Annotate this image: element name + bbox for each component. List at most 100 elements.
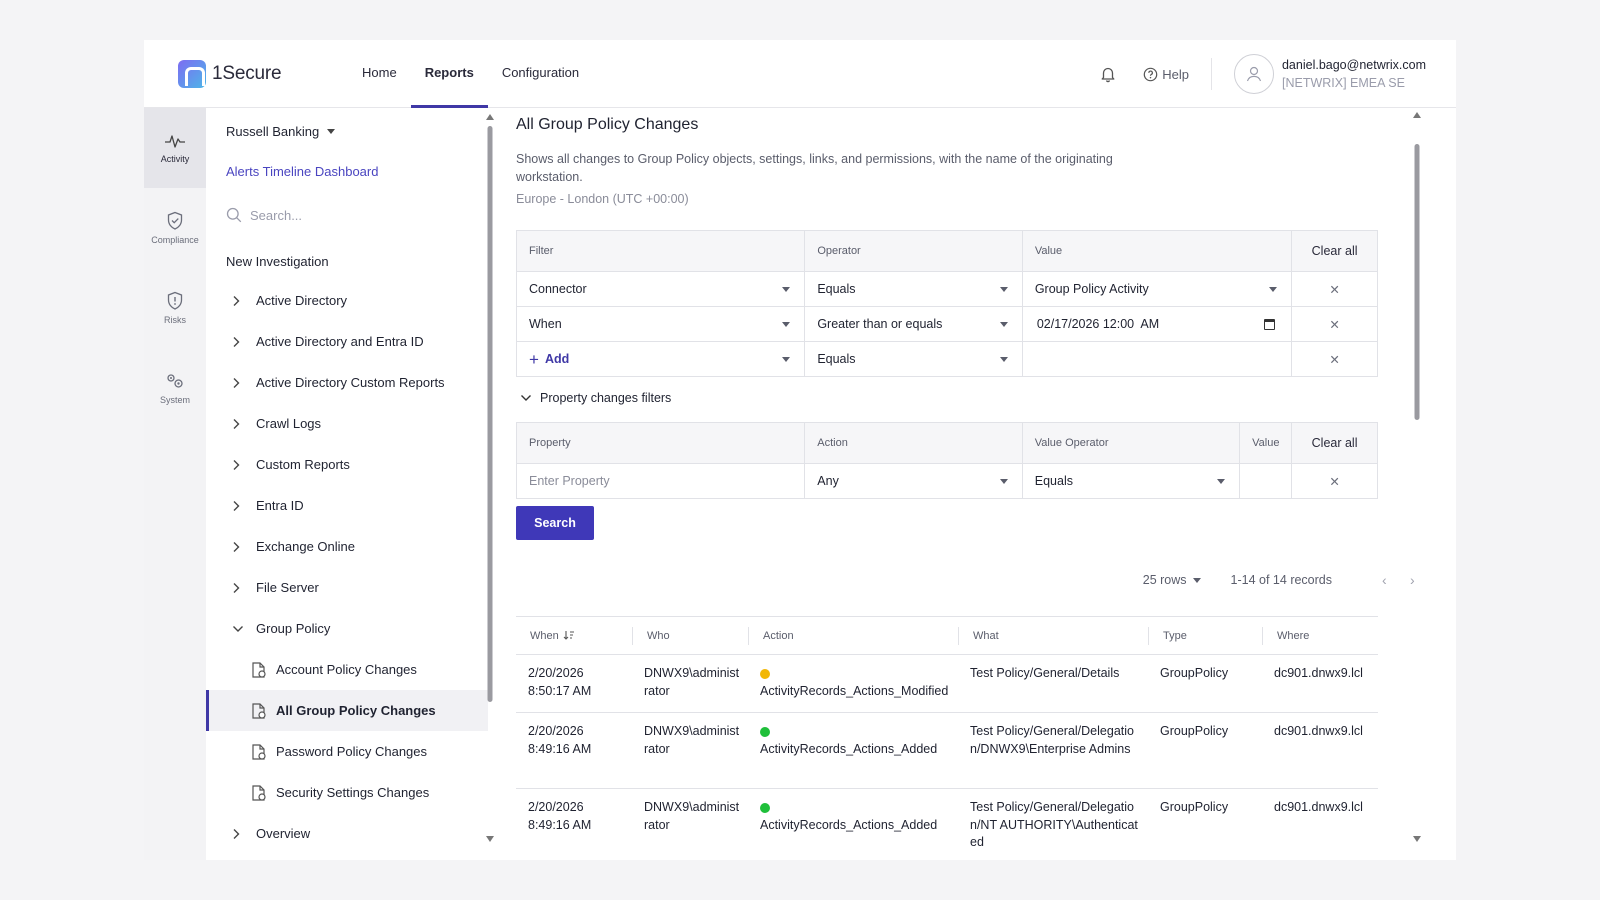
filter-select-value: Connector <box>529 282 587 296</box>
report-doc-icon <box>250 702 268 720</box>
cell-action: ActivityRecords_Actions_Added <box>748 723 958 788</box>
cell-when: 2/20/2026 8:50:17 AM <box>516 665 632 712</box>
alerts-timeline-dashboard-link[interactable]: Alerts Timeline Dashboard <box>226 164 378 179</box>
tree-item-entra-id[interactable]: Entra ID <box>206 485 488 526</box>
col-who[interactable]: Who <box>632 626 748 645</box>
tree-item-file-server[interactable]: File Server <box>206 567 488 608</box>
tree-item-ad-custom-reports[interactable]: Active Directory Custom Reports <box>206 362 488 403</box>
filter-select-value: When <box>529 317 562 331</box>
cell-when: 2/20/2026 8:49:16 AM <box>516 799 632 860</box>
remove-filter-icon[interactable]: ✕ <box>1291 342 1377 376</box>
help-button[interactable]: Help <box>1143 67 1189 82</box>
operator-select-connector[interactable]: Equals <box>804 272 1022 306</box>
rail-activity[interactable]: Activity <box>144 108 206 188</box>
action-select-value: Any <box>817 474 839 488</box>
rail-risks[interactable]: Risks <box>144 268 206 348</box>
rail-system-label: System <box>159 395 190 405</box>
property-input[interactable]: Enter Property <box>517 464 804 498</box>
remove-filter-icon[interactable]: ✕ <box>1291 307 1377 341</box>
operator-select-value: Equals <box>817 352 856 366</box>
nav-home[interactable]: Home <box>348 40 411 108</box>
action-text: ActivityRecords_Actions_Modified <box>760 683 949 698</box>
col-what[interactable]: What <box>958 626 1148 645</box>
table-row[interactable]: 2/20/2026 8:49:16 AM DNWX9\administrator … <box>516 713 1378 789</box>
add-filter-label: Add <box>544 352 570 366</box>
tree-item-crawl-logs[interactable]: Crawl Logs <box>206 403 488 444</box>
add-filter-select[interactable]: + Add <box>517 342 804 376</box>
tree-item-overview[interactable]: Overview <box>206 813 488 854</box>
value-input-add[interactable] <box>1021 342 1291 376</box>
add-filter-button[interactable]: + Add <box>529 351 569 368</box>
action-header: Action <box>804 423 1021 463</box>
calendar-icon[interactable] <box>1264 319 1276 330</box>
tree-item-group-policy[interactable]: Group Policy <box>206 608 488 649</box>
bell-icon[interactable] <box>1099 65 1117 83</box>
operator-select-add[interactable]: Equals <box>804 342 1022 376</box>
caret-down-icon <box>999 287 1008 292</box>
tree-item-security-settings-changes[interactable]: Security Settings Changes <box>206 772 488 813</box>
tree-search-input[interactable] <box>250 207 450 223</box>
tree-item-custom-reports[interactable]: Custom Reports <box>206 444 488 485</box>
remove-filter-icon[interactable]: ✕ <box>1291 272 1377 306</box>
when-date: 2/20/2026 <box>528 724 584 738</box>
tree-item-password-policy-changes[interactable]: Password Policy Changes <box>206 731 488 772</box>
avatar[interactable] <box>1233 54 1274 94</box>
tenant-selector[interactable]: Russell Banking <box>226 124 336 139</box>
results-header: When Who Action What Type Where <box>516 617 1378 655</box>
rail-system[interactable]: System <box>144 348 206 428</box>
rail-compliance[interactable]: Compliance <box>144 188 206 268</box>
col-when[interactable]: When <box>516 627 632 645</box>
nav-reports[interactable]: Reports <box>410 40 488 108</box>
value-select-connector[interactable]: Group Policy Activity <box>1021 272 1291 306</box>
clear-all-filters-button[interactable]: Clear all <box>1291 231 1377 271</box>
rows-per-page-select[interactable]: 25 rows <box>1143 573 1201 587</box>
rail-compliance-label: Compliance <box>151 235 199 245</box>
top-header: 1Secure Home Reports Configuration Help … <box>144 40 1456 108</box>
prev-page-icon[interactable]: ‹ <box>1382 572 1396 588</box>
cell-when: 2/20/2026 8:49:16 AM <box>516 723 632 788</box>
tree-item-account-policy-changes[interactable]: Account Policy Changes <box>206 649 488 690</box>
filter-select-when[interactable]: When <box>517 307 804 341</box>
remove-property-filter-icon[interactable]: ✕ <box>1291 464 1377 498</box>
table-row[interactable]: 2/20/2026 8:49:16 AM DNWX9\administrator … <box>516 789 1378 860</box>
property-filters-toggle[interactable]: Property changes filters <box>520 391 671 405</box>
user-info[interactable]: daniel.bago@netwrix.com [NETWRIX] EMEA S… <box>1282 56 1426 92</box>
chevron-right-icon <box>232 500 244 512</box>
report-doc-icon <box>250 784 268 802</box>
table-row[interactable]: 2/20/2026 8:50:17 AM DNWX9\administrator … <box>516 655 1378 713</box>
tree-item-all-group-policy-changes[interactable]: All Group Policy Changes <box>206 690 488 731</box>
status-dot-added <box>760 726 770 737</box>
col-action[interactable]: Action <box>748 626 958 645</box>
cell-type: GroupPolicy <box>1160 666 1229 680</box>
col-when-label: When <box>530 629 559 642</box>
col-where[interactable]: Where <box>1262 626 1378 645</box>
property-value-input[interactable] <box>1239 464 1291 498</box>
tree-scrollbar[interactable] <box>484 108 496 860</box>
action-select[interactable]: Any <box>804 464 1021 498</box>
tree-item-exchange-online[interactable]: Exchange Online <box>206 526 488 567</box>
value-header: Value <box>1021 231 1291 271</box>
nav-configuration[interactable]: Configuration <box>488 40 593 108</box>
clear-all-property-filters-button[interactable]: Clear all <box>1291 423 1377 463</box>
results-table: When Who Action What Type Where 2/20/202… <box>516 616 1378 860</box>
chevron-right-icon <box>232 459 244 471</box>
logo-icon <box>178 60 206 88</box>
tree-item-label: Group Policy <box>256 621 331 636</box>
status-dot-added <box>760 802 770 813</box>
operator-select-when[interactable]: Greater than or equals <box>804 307 1022 341</box>
datetime-input-when[interactable]: 02/17/2026 12:00 AM <box>1021 307 1291 341</box>
tree-item-label: All Group Policy Changes <box>276 703 436 718</box>
main-scrollbar[interactable] <box>1410 108 1424 860</box>
chevron-right-icon <box>232 377 244 389</box>
filter-select-connector[interactable]: Connector <box>517 272 804 306</box>
tree-item-active-directory[interactable]: Active Directory <box>206 280 488 321</box>
col-type[interactable]: Type <box>1148 626 1262 645</box>
cell-type: GroupPolicy <box>1160 800 1229 814</box>
question-circle-icon <box>1143 67 1158 81</box>
app-logo[interactable]: 1Secure <box>178 60 282 88</box>
tree-item-active-directory-and-entra-id[interactable]: Active Directory and Entra ID <box>206 321 488 362</box>
header-divider <box>1210 58 1212 90</box>
value-operator-select[interactable]: Equals <box>1021 464 1239 498</box>
pulse-icon <box>165 135 185 148</box>
search-button[interactable]: Search <box>516 506 594 540</box>
